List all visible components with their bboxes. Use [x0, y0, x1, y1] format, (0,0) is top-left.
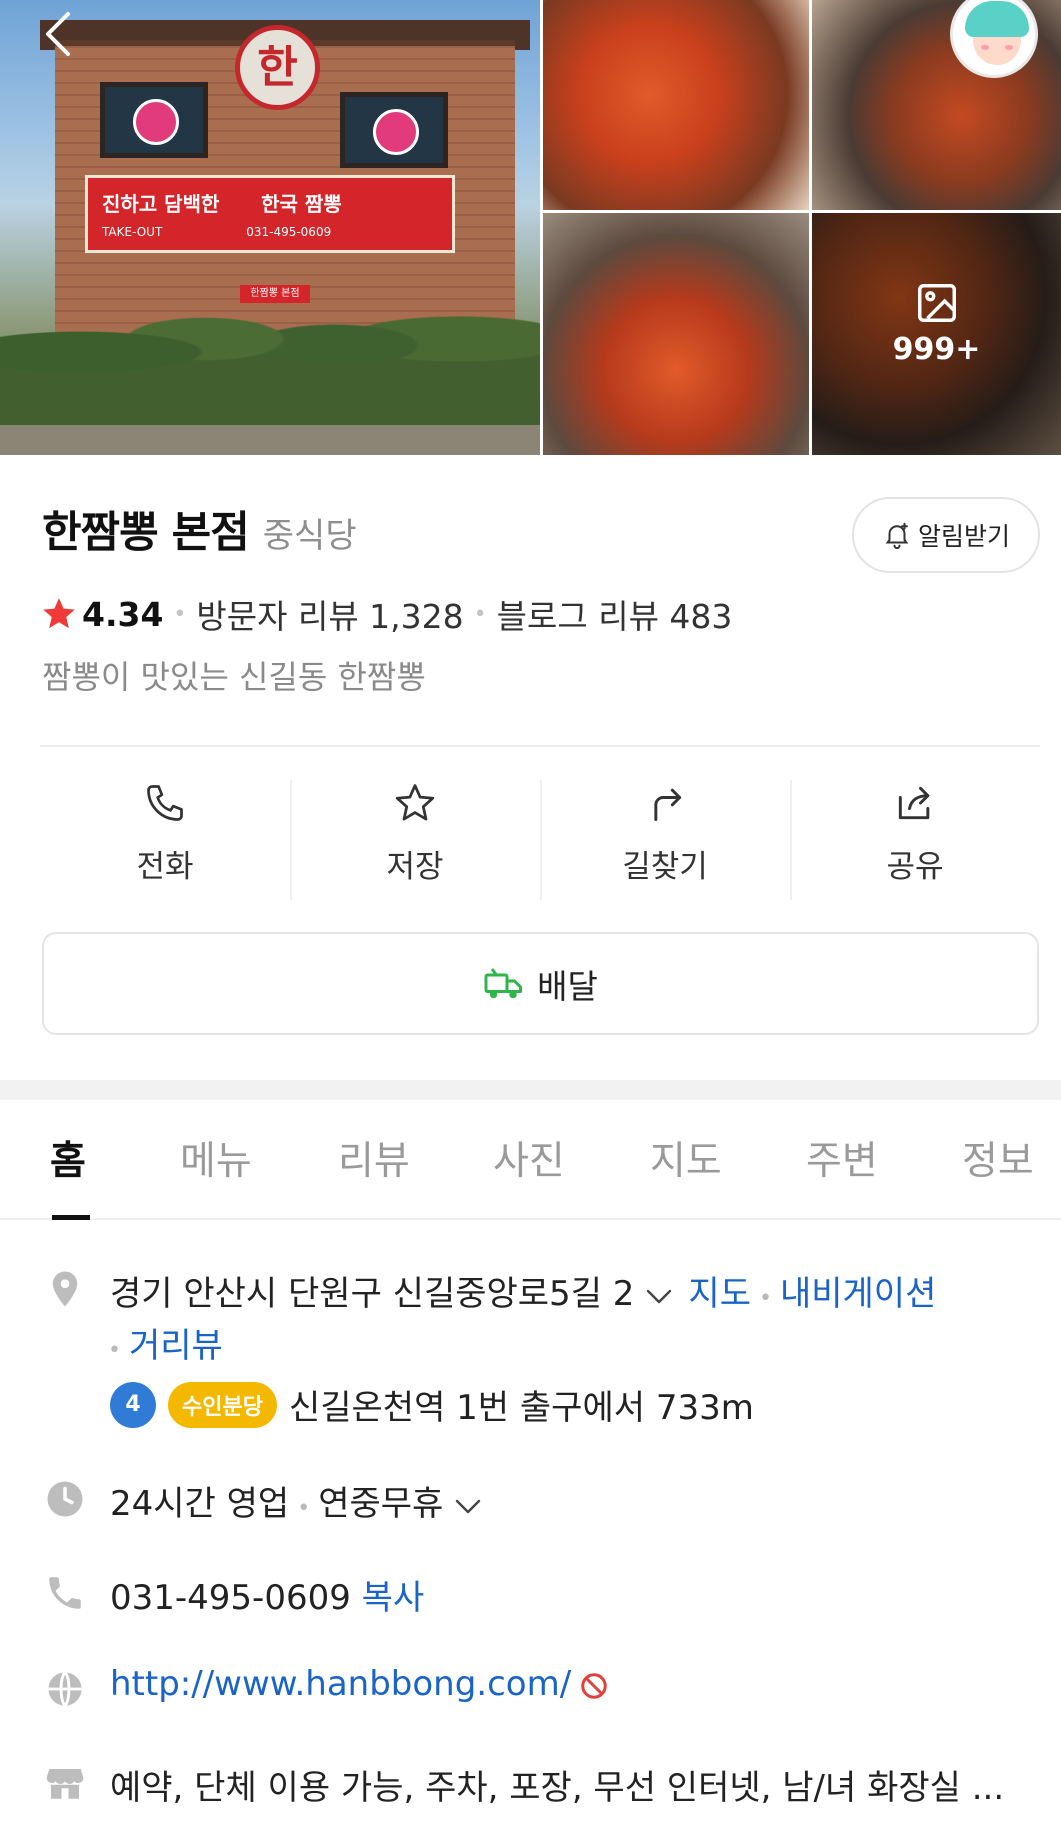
active-tab-indicator: [52, 1215, 90, 1220]
address-row: 경기 안산시 단원구 신길중앙로5길 2 지도 • 내비게이션: [110, 1274, 937, 1314]
rating-row: 4.34 • 방문자 리뷰 1,328 • 블로그 리뷰 483: [40, 590, 732, 638]
tab-map[interactable]: 지도: [650, 1130, 722, 1186]
chevron-down-icon[interactable]: [453, 1496, 483, 1516]
action-bar: 전화 저장 길찾기 공유: [40, 775, 1040, 900]
alarm-button[interactable]: 알림받기: [852, 497, 1040, 573]
map-link[interactable]: 지도: [688, 1274, 751, 1314]
tab-home[interactable]: 홈: [50, 1130, 86, 1186]
location-pin-icon: [52, 1271, 78, 1307]
tab-nearby[interactable]: 주변: [806, 1130, 878, 1186]
window: [100, 82, 208, 158]
restaurant-logo: 한: [235, 25, 320, 110]
address-text: 경기 안산시 단원구 신길중앙로5길 2: [110, 1274, 635, 1314]
ground: [0, 425, 540, 455]
phone-row: 031-495-0609 복사: [110, 1570, 424, 1619]
bushes: [0, 300, 540, 430]
subway-info: 4 수인분당 신길온천역 1번 출구에서 733m: [110, 1380, 754, 1429]
phone-icon: [147, 785, 183, 821]
no-entry-icon: [581, 1672, 607, 1699]
alarm-label: 알림받기: [917, 522, 1010, 551]
rating-score: 4.34: [82, 594, 164, 634]
directions-icon: [654, 788, 682, 821]
store-icon: [46, 1769, 84, 1799]
delivery-truck-icon: [484, 967, 523, 998]
hours-main: 24시간 영업: [110, 1484, 290, 1524]
title-row: 한짬뽕 본점 중식당: [42, 498, 357, 560]
food-photo[interactable]: [543, 0, 809, 210]
storefront-sign: 진하고 담백한 한국 짬뽕 TAKE-OUT 031-495-0609: [85, 175, 455, 253]
section-gap: [0, 1080, 1061, 1100]
phone-number[interactable]: 031-495-0609: [110, 1578, 351, 1618]
share-button[interactable]: 공유: [790, 775, 1040, 900]
amenities-row[interactable]: 예약, 단체 이용 가능, 주차, 포장, 무선 인터넷, 남/녀 화장실 ..…: [110, 1760, 1004, 1809]
chevron-left-icon: [46, 12, 70, 56]
clock-icon: [47, 1481, 83, 1517]
tab-info[interactable]: 정보: [962, 1130, 1034, 1186]
photo-count: 999+: [892, 332, 981, 367]
copy-button[interactable]: 복사: [362, 1578, 425, 1618]
navigation-link[interactable]: 내비게이션: [780, 1274, 936, 1314]
delivery-label: 배달: [537, 966, 598, 1006]
tab-photo[interactable]: 사진: [493, 1130, 565, 1186]
back-button[interactable]: [40, 8, 80, 60]
subway-distance: 신길온천역 1번 출구에서 733m: [288, 1388, 754, 1428]
subway-line-number: 4: [110, 1381, 156, 1428]
roadview-link[interactable]: 거리뷰: [129, 1326, 223, 1366]
window: [340, 92, 448, 168]
tab-bar: 홈 메뉴 리뷰 사진 지도 주변 정보: [0, 1100, 1061, 1220]
image-icon: [917, 284, 956, 322]
more-photos-button[interactable]: 999+: [812, 280, 1061, 367]
hours-row[interactable]: 24시간 영업 • 연중무휴: [110, 1476, 497, 1525]
hours-sub: 연중무휴: [318, 1484, 444, 1524]
subway-line-name: 수인분당: [168, 1381, 277, 1428]
directions-button[interactable]: 길찾기: [540, 775, 790, 900]
share-icon: [898, 786, 930, 820]
phone-icon: [49, 1577, 81, 1609]
food-photo[interactable]: [543, 213, 809, 455]
save-button[interactable]: 저장: [290, 775, 540, 900]
place-name: 한짬뽕 본점: [42, 508, 250, 558]
photo-gallery[interactable]: 한 진하고 담백한 한국 짬뽕 TAKE-OUT 031-495-0609 한짬…: [0, 0, 1061, 455]
call-button[interactable]: 전화: [40, 775, 290, 900]
star-icon: [43, 598, 75, 629]
place-category: 중식당: [262, 516, 357, 556]
bell-plus-icon: [885, 522, 909, 550]
divider: [40, 745, 1040, 747]
website-row: http://www.hanbbong.com/: [110, 1664, 609, 1704]
blog-review-link[interactable]: 블로그 리뷰 483: [497, 590, 733, 638]
star-outline-icon: [395, 784, 435, 821]
roadview-row: • 거리뷰: [108, 1326, 223, 1366]
storefront-photo[interactable]: 한 진하고 담백한 한국 짬뽕 TAKE-OUT 031-495-0609 한짬…: [0, 0, 540, 455]
tab-review[interactable]: 리뷰: [338, 1130, 410, 1186]
globe-icon: [48, 1671, 82, 1707]
delivery-button[interactable]: 배달: [42, 932, 1039, 1035]
website-link[interactable]: http://www.hanbbong.com/: [110, 1664, 571, 1704]
avatar-hair: [965, 1, 1029, 37]
visitor-review-link[interactable]: 방문자 리뷰 1,328: [196, 590, 463, 638]
amenities-text: 예약, 단체 이용 가능, 주차, 포장, 무선 인터넷, 남/녀 화장실 ..…: [110, 1768, 1005, 1808]
place-description: 짬뽕이 맛있는 신길동 한짬뽕: [42, 658, 426, 696]
chevron-down-icon[interactable]: [644, 1286, 674, 1306]
tab-menu[interactable]: 메뉴: [180, 1130, 252, 1186]
